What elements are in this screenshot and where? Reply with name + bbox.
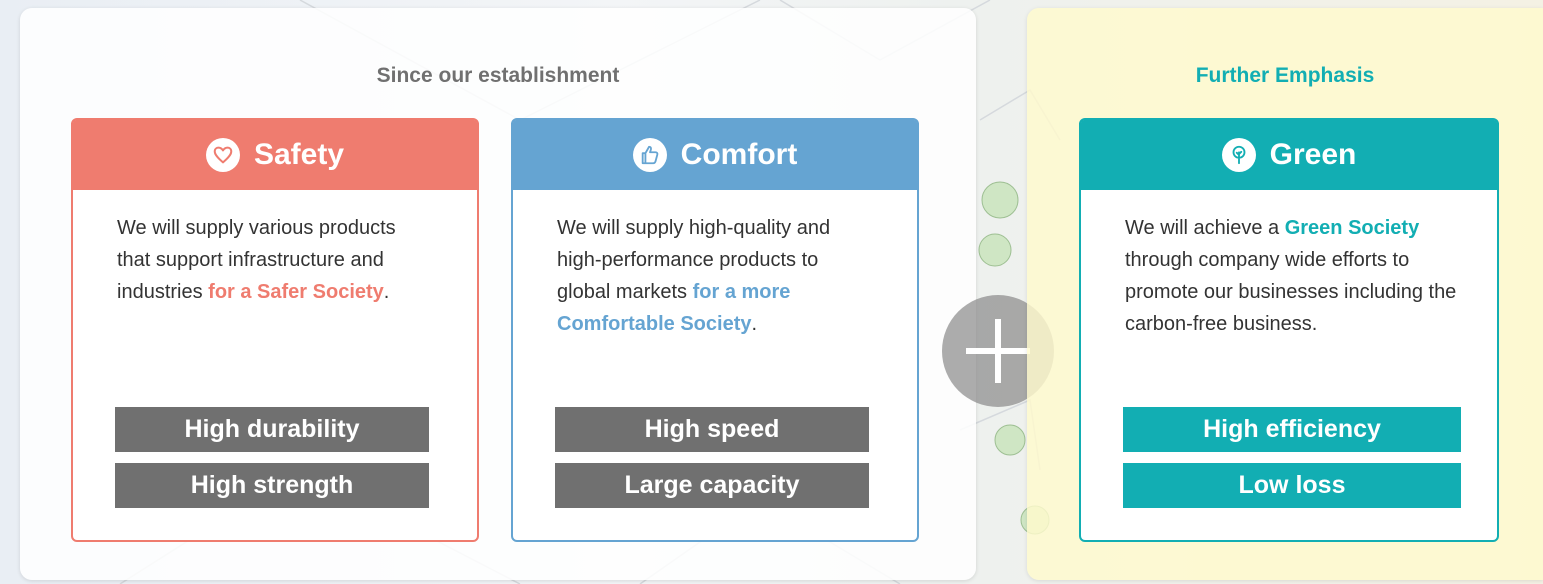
safety-highlight: for a Safer Society	[208, 281, 384, 303]
green-feature-low-loss: Low loss	[1123, 463, 1461, 508]
safety-card-header: Safety	[73, 120, 477, 190]
comfort-description: We will supply high-quality and high-per…	[513, 190, 917, 340]
heart-icon	[205, 138, 240, 172]
safety-description: We will supply various products that sup…	[73, 190, 477, 308]
further-emphasis-panel: Further Emphasis Green We will achieve a…	[1027, 8, 1543, 580]
tree-icon	[1221, 138, 1256, 172]
green-highlight: Green Society	[1284, 217, 1420, 239]
comfort-text-after: .	[751, 313, 758, 335]
safety-title: Safety	[253, 138, 345, 171]
green-card-header: Green	[1081, 120, 1497, 190]
establishment-panel: Since our establishment Safety We will s…	[20, 8, 976, 580]
green-description: We will achieve a Green Society through …	[1081, 190, 1497, 340]
green-feature-efficiency: High efficiency	[1123, 407, 1461, 452]
thumbs-up-icon	[632, 138, 667, 172]
comfort-feature-speed: High speed	[555, 407, 869, 452]
comfort-card-header: Comfort	[513, 120, 917, 190]
green-text-after: through company wide efforts to promote …	[1125, 249, 1457, 335]
comfort-card: Comfort We will supply high-quality and …	[511, 118, 919, 542]
safety-card: Safety We will supply various products t…	[71, 118, 479, 542]
establishment-heading: Since our establishment	[376, 64, 620, 87]
green-card: Green We will achieve a Green Society th…	[1079, 118, 1499, 542]
safety-feature-durability: High durability	[115, 407, 429, 452]
green-title: Green	[1269, 138, 1357, 171]
comfort-title: Comfort	[680, 138, 798, 171]
safety-text-after: .	[383, 281, 390, 303]
safety-feature-strength: High strength	[115, 463, 429, 508]
green-text-before: We will achieve a	[1125, 217, 1285, 239]
further-emphasis-heading: Further Emphasis	[1195, 64, 1375, 87]
comfort-feature-capacity: Large capacity	[555, 463, 869, 508]
